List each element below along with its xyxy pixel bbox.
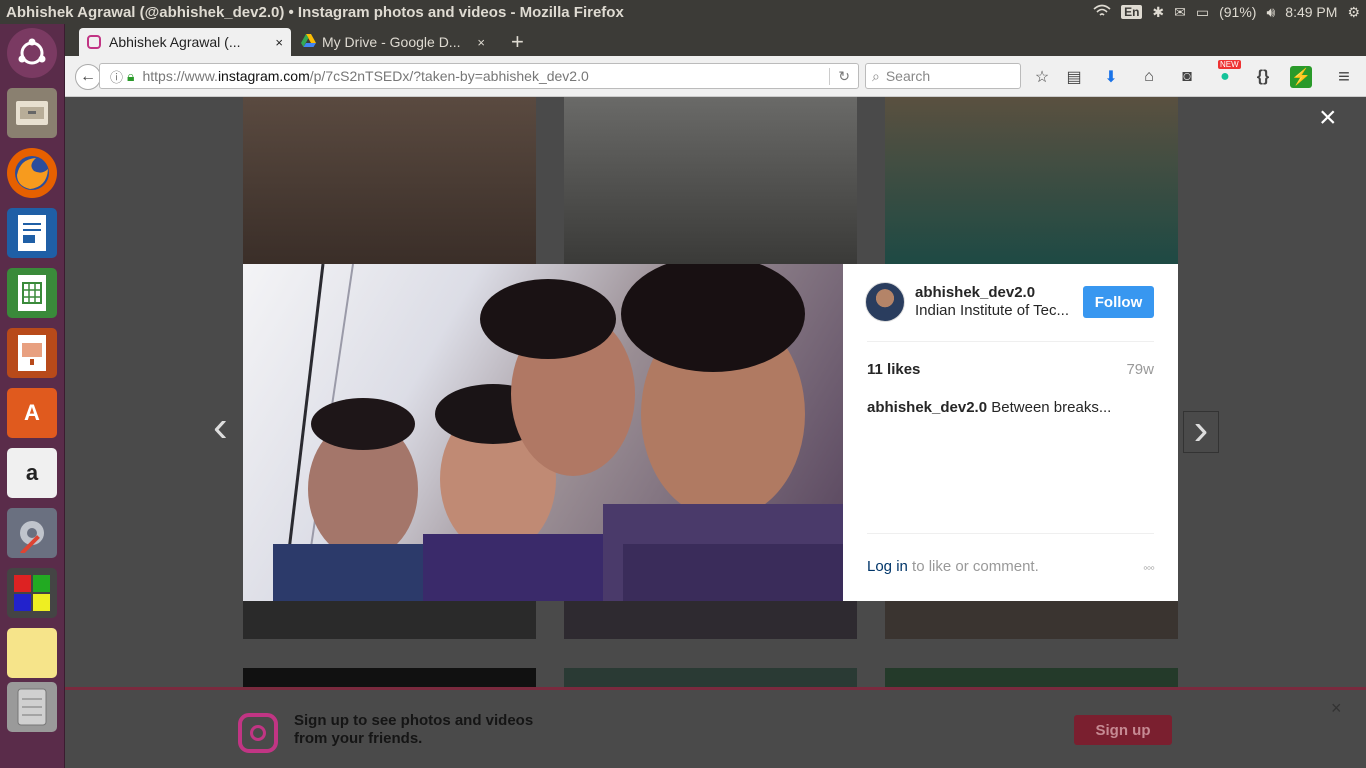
trash-icon[interactable] [7, 682, 57, 732]
tab-google-drive[interactable]: My Drive - Google D... × [293, 28, 493, 56]
caption: abhishek_dev2.0 Between breaks... [867, 399, 1111, 416]
extension-icon[interactable]: ⚡ [1290, 66, 1312, 88]
json-braces-icon[interactable]: {} [1252, 66, 1274, 88]
bluetooth-icon[interactable]: ✱ [1152, 4, 1164, 21]
lock-icon: 🔒︎ [127, 67, 135, 84]
url-bar[interactable]: ⓘ 🔒︎ https://www.instagram.com/p/7cS2nTS… [99, 63, 859, 89]
navigation-bar: ← ⓘ 🔒︎ https://www.instagram.com/p/7cS2n… [65, 56, 1366, 97]
sticky-notes-icon[interactable] [7, 628, 57, 678]
close-banner-icon[interactable]: × [1331, 698, 1342, 719]
reading-list-icon[interactable]: ▤ [1063, 66, 1085, 88]
amazon-icon[interactable]: a [7, 448, 57, 498]
avatar[interactable] [865, 282, 905, 322]
more-options-icon[interactable]: ◦◦◦ [1143, 560, 1155, 575]
impress-icon[interactable] [7, 328, 57, 378]
search-placeholder: Search [885, 68, 931, 84]
instagram-favicon-icon [87, 35, 101, 49]
post-username[interactable]: abhishek_dev2.0 [915, 284, 1035, 301]
next-arrow-icon[interactable]: › [1183, 408, 1219, 453]
tab-label: My Drive - Google D... [322, 34, 461, 50]
google-drive-favicon-icon [301, 34, 316, 50]
modal-close-icon[interactable]: × [1319, 101, 1337, 135]
login-prompt: Log in to like or comment. [867, 558, 1039, 575]
tab-instagram[interactable]: Abhishek Agrawal (... × [79, 28, 291, 56]
pocket-icon[interactable]: ◙ [1176, 66, 1198, 88]
previous-arrow-icon[interactable]: ‹ [213, 405, 228, 449]
launcher: A a [0, 24, 65, 768]
system-settings-icon[interactable] [7, 508, 57, 558]
post-photo[interactable] [243, 264, 843, 601]
new-badge: NEW [1218, 60, 1241, 69]
wifi-icon[interactable] [1093, 4, 1111, 21]
files-icon[interactable] [7, 88, 57, 138]
calc-icon[interactable] [7, 268, 57, 318]
close-tab-icon[interactable]: × [477, 35, 485, 50]
tab-bar: Abhishek Agrawal (... × My Drive - Googl… [65, 24, 1366, 56]
post-sidebar: abhishek_dev2.0 Indian Institute of Tec.… [843, 264, 1178, 601]
page-content: × ‹ › abhishek_dev2.0 Indian Institute o… [65, 97, 1366, 768]
likes-count[interactable]: 11 likes [867, 361, 920, 378]
login-link[interactable]: Log in [867, 558, 908, 575]
back-arrow-icon[interactable]: ← [75, 64, 101, 90]
hamburger-menu-icon[interactable]: ≡ [1333, 66, 1355, 88]
divider [867, 341, 1154, 342]
search-input[interactable]: ⌕ Search [865, 63, 1021, 89]
new-tab-button[interactable]: + [503, 28, 531, 56]
home-icon[interactable]: ⌂ [1138, 66, 1160, 88]
caption-text: Between breaks... [991, 399, 1112, 416]
clock[interactable]: 8:49 PM [1285, 4, 1337, 20]
workspace-switcher-icon[interactable] [7, 568, 57, 618]
downloads-icon[interactable]: ⬇ [1100, 66, 1122, 88]
software-center-icon[interactable]: A [7, 388, 57, 438]
writer-icon[interactable] [7, 208, 57, 258]
follow-button[interactable]: Follow [1083, 286, 1154, 318]
signup-banner: Sign up to see photos and videos from yo… [65, 687, 1366, 768]
signup-text-line1: Sign up to see photos and videos [294, 712, 534, 729]
tab-label: Abhishek Agrawal (... [109, 34, 241, 50]
grid-thumbnail[interactable] [564, 601, 857, 639]
instagram-logo-icon [238, 713, 278, 753]
grid-thumbnail[interactable] [885, 601, 1178, 639]
signup-button[interactable]: Sign up [1074, 715, 1172, 745]
close-tab-icon[interactable]: × [275, 35, 283, 50]
grid-thumbnail[interactable] [243, 97, 536, 264]
signup-text-line2: from your friends. [294, 730, 423, 747]
system-top-bar: Abhishek Agrawal (@abhishek_dev2.0) • In… [0, 0, 1366, 24]
post-location[interactable]: Indian Institute of Tec... [915, 302, 1069, 319]
reload-icon[interactable]: ↻ [829, 67, 850, 85]
window-title: Abhishek Agrawal (@abhishek_dev2.0) • In… [6, 3, 624, 21]
post-modal: abhishek_dev2.0 Indian Institute of Tec.… [243, 264, 1178, 601]
battery-percentage: (91%) [1219, 4, 1257, 20]
search-icon: ⌕ [872, 67, 880, 84]
battery-icon[interactable]: ▭ [1196, 4, 1209, 21]
grid-thumbnail[interactable] [243, 601, 536, 639]
firefox-icon[interactable] [7, 148, 57, 198]
volume-icon[interactable]: 🔊︎ [1266, 4, 1275, 21]
bookmark-star-icon[interactable]: ☆ [1031, 66, 1053, 88]
settings-gear-icon[interactable]: ⚙ [1347, 4, 1360, 21]
grid-thumbnail[interactable] [885, 97, 1178, 264]
keyboard-layout-indicator[interactable]: En [1121, 5, 1143, 19]
grammarly-icon[interactable]: ● NEW [1214, 60, 1241, 88]
info-icon[interactable]: ⓘ [110, 67, 123, 86]
url-text: https://www.instagram.com/p/7cS2nTSEDx/?… [142, 68, 589, 84]
login-prompt-text: to like or comment. [912, 558, 1039, 575]
mail-icon[interactable]: ✉ [1174, 4, 1186, 21]
post-age[interactable]: 79w [1126, 361, 1154, 378]
ubuntu-dash-icon[interactable] [7, 28, 57, 78]
grid-thumbnail[interactable] [564, 97, 857, 264]
divider [867, 533, 1154, 534]
caption-username[interactable]: abhishek_dev2.0 [867, 399, 987, 416]
